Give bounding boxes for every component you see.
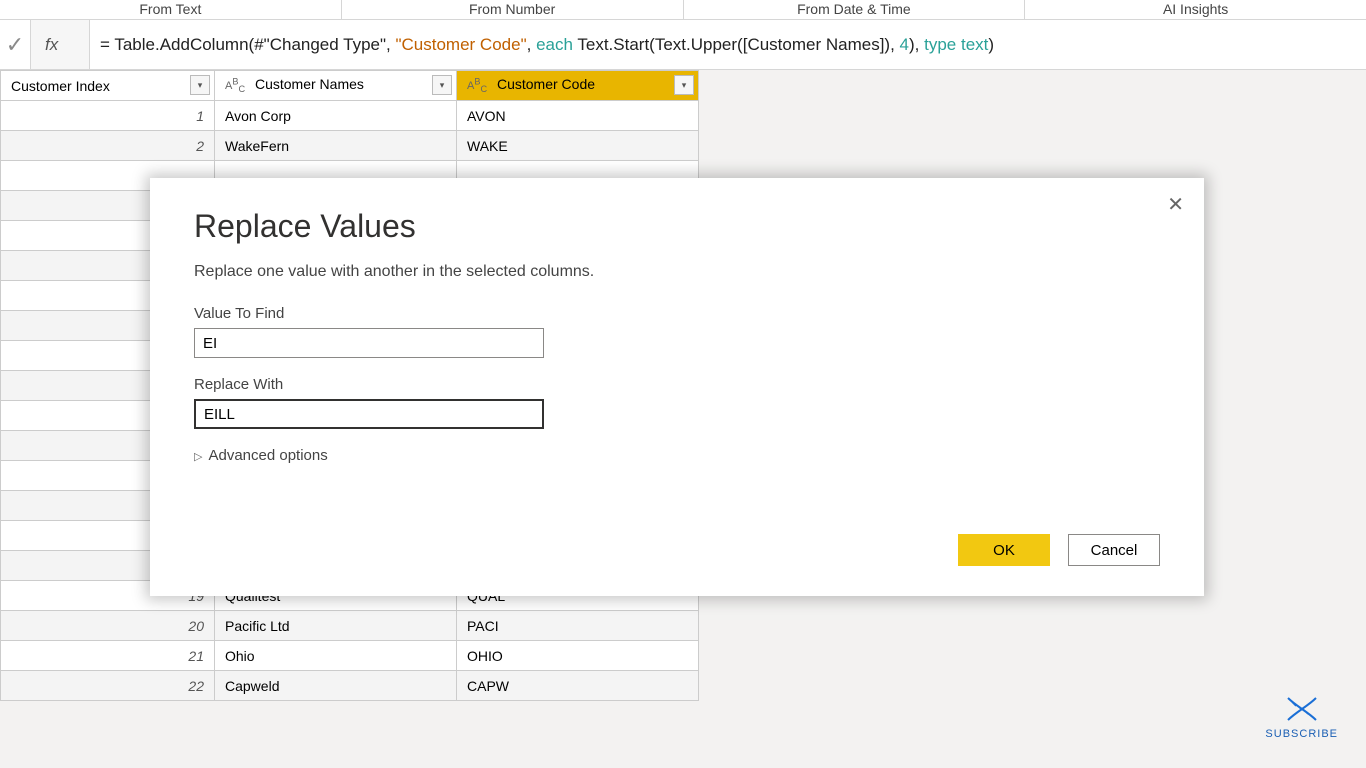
abc-type-icon: ABC (225, 80, 245, 92)
column-filter-dropdown[interactable]: ▾ (190, 75, 210, 95)
dialog-subtitle: Replace one value with another in the se… (194, 263, 1160, 281)
ribbon-tab-from-text[interactable]: From Text (0, 0, 342, 19)
ribbon-tabs: From Text From Number From Date & Time A… (0, 0, 1366, 20)
column-header-customer-code[interactable]: ABC Customer Code ▾ (457, 71, 699, 101)
table-row[interactable]: 2 WakeFern WAKE (1, 131, 699, 161)
replace-with-label: Replace With (194, 376, 1160, 393)
formula-commit-icon[interactable]: ✓ (0, 32, 30, 58)
ribbon-tab-from-date-time[interactable]: From Date & Time (684, 0, 1026, 19)
column-header-customer-index[interactable]: Customer Index ▾ (1, 71, 215, 101)
replace-values-dialog: ✕ Replace Values Replace one value with … (150, 178, 1204, 596)
abc-type-icon: ABC (467, 80, 487, 92)
value-to-find-label: Value To Find (194, 305, 1160, 322)
dialog-title: Replace Values (194, 208, 1160, 245)
advanced-options-toggle[interactable]: Advanced options (194, 447, 1160, 464)
formula-bar: ✓ fx = Table.AddColumn(#"Changed Type", … (0, 20, 1366, 70)
ribbon-tab-from-number[interactable]: From Number (342, 0, 684, 19)
value-to-find-input[interactable] (194, 328, 544, 358)
close-icon[interactable]: ✕ (1167, 192, 1184, 217)
cancel-button[interactable]: Cancel (1068, 534, 1160, 566)
subscribe-watermark: SUBSCRIBE (1265, 694, 1338, 740)
replace-with-input[interactable] (194, 399, 544, 429)
table-row[interactable]: 20 Pacific Ltd PACI (1, 611, 699, 641)
table-row[interactable]: 22 Capweld CAPW (1, 671, 699, 701)
ok-button[interactable]: OK (958, 534, 1050, 566)
table-row[interactable]: 21 Ohio OHIO (1, 641, 699, 671)
column-filter-dropdown[interactable]: ▾ (674, 75, 694, 95)
table-row[interactable]: 1 Avon Corp AVON (1, 101, 699, 131)
fx-label: fx (30, 20, 90, 69)
ribbon-tab-ai-insights[interactable]: AI Insights (1025, 0, 1366, 19)
column-filter-dropdown[interactable]: ▾ (432, 75, 452, 95)
column-header-customer-names[interactable]: ABC Customer Names ▾ (215, 71, 457, 101)
formula-input[interactable]: = Table.AddColumn(#"Changed Type", "Cust… (90, 20, 1366, 69)
dna-icon (1282, 694, 1322, 724)
